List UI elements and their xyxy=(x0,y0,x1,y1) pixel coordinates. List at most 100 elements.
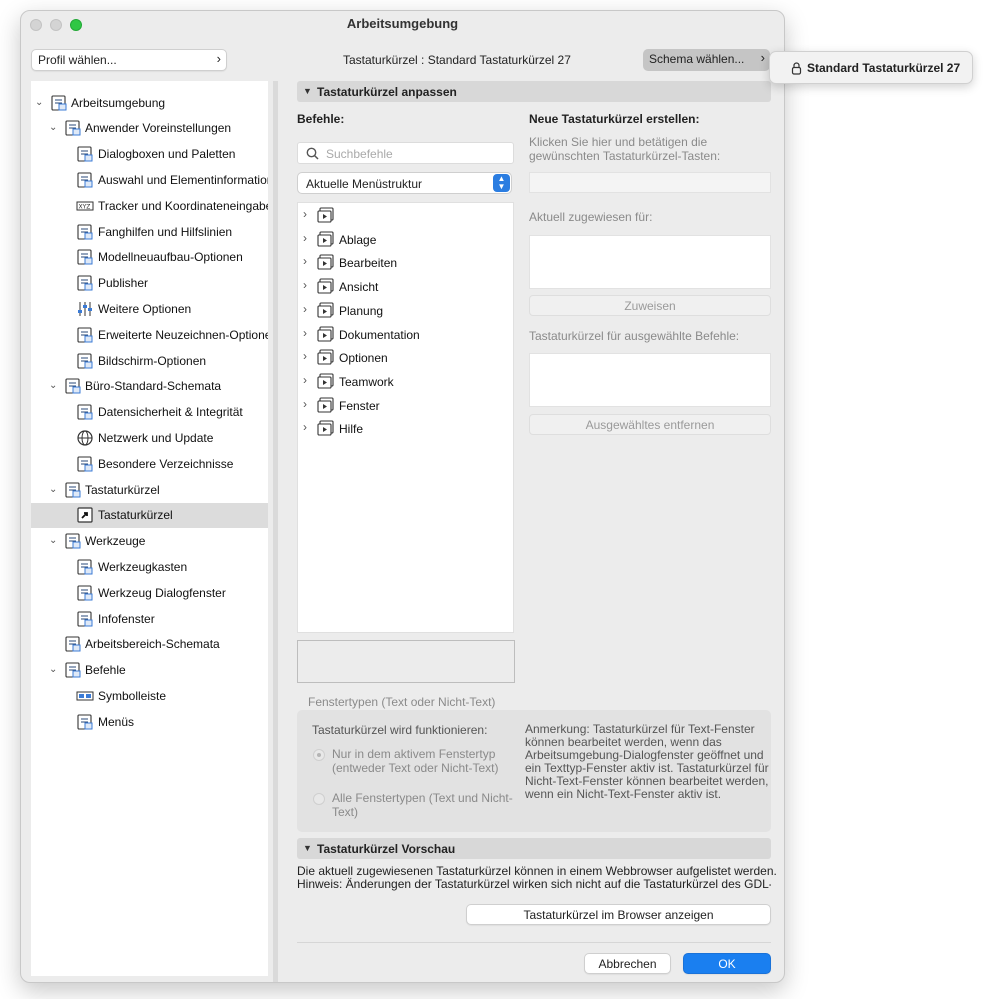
sidebar-item-label: Menüs xyxy=(98,714,135,729)
sidebar-item[interactable]: Erweiterte Neuzeichnen-Optionen xyxy=(31,323,268,348)
sliders-icon xyxy=(76,300,94,318)
info-box-icon xyxy=(76,610,94,628)
chevron-down-icon[interactable]: ⌄ xyxy=(49,122,57,133)
sidebar-item[interactable]: Infofenster xyxy=(31,607,268,632)
sidebar-item-label: Symbolleiste xyxy=(98,688,167,703)
sidebar-item-label: Besondere Verzeichnisse xyxy=(98,456,234,471)
customize-shortcuts-title: Tastaturkürzel anpassen xyxy=(317,85,457,99)
sidebar-item[interactable]: ⌄ Anwender Voreinstellungen xyxy=(31,116,268,141)
sidebar-item[interactable]: ⌄ Werkzeuge xyxy=(31,529,268,554)
sidebar-item-label: Datensicherheit & Integrität xyxy=(98,405,243,420)
remove-selected-button[interactable]: Ausgewähltes entfernen xyxy=(529,414,771,435)
sidebar-item[interactable]: Werkzeugkasten xyxy=(31,555,268,580)
ok-button[interactable]: OK xyxy=(683,953,771,974)
cancel-button[interactable]: Abbrechen xyxy=(584,953,671,974)
new-shortcut-hint: Klicken Sie hier und betätigen die gewün… xyxy=(529,135,721,163)
chevron-down-icon[interactable]: ⌄ xyxy=(49,484,57,495)
sidebar-item[interactable]: Dialogboxen und Paletten xyxy=(31,142,268,167)
sidebar-item[interactable]: Werkzeug Dialogfenster xyxy=(31,581,268,606)
sidebar-item[interactable]: Auswahl und Elementinformation xyxy=(31,168,268,193)
sidebar-item[interactable]: Tastaturkürzel xyxy=(31,503,268,529)
sidebar-item[interactable]: Weitere Optionen xyxy=(31,297,268,322)
selection-info-icon xyxy=(76,171,94,189)
user-prefs-icon xyxy=(64,119,82,137)
profile-select-button[interactable]: Profil wählen... › xyxy=(31,49,227,71)
chevron-right-icon[interactable]: › xyxy=(303,302,307,316)
shortcut-capture-field[interactable] xyxy=(529,172,771,193)
command-menu-row[interactable]: › Dokumentation xyxy=(298,323,515,347)
office-schemes-icon xyxy=(64,377,82,395)
search-icon xyxy=(306,147,319,160)
schema-select-button[interactable]: Schema wählen... › xyxy=(643,49,770,71)
command-menu-row[interactable]: › Hilfe xyxy=(298,417,515,441)
sidebar-item[interactable]: Datensicherheit & Integrität xyxy=(31,400,268,425)
chevron-down-icon[interactable]: ⌄ xyxy=(35,97,43,108)
command-description-box xyxy=(297,640,515,683)
sidebar-item[interactable]: ⌄ Arbeitsumgebung xyxy=(31,91,268,116)
radio-all-window-types-label[interactable]: Alle Fenstertypen (Text und Nicht-Text) xyxy=(332,791,522,819)
sidebar-item[interactable]: XYZ Tracker und Koordinateneingabe xyxy=(31,194,268,219)
menu-icon xyxy=(317,397,335,416)
sidebar-item-label: Publisher xyxy=(98,276,149,291)
chevron-right-icon[interactable]: › xyxy=(303,326,307,340)
split-view-divider[interactable] xyxy=(273,81,278,982)
command-menu-row[interactable]: › Teamwork xyxy=(298,370,515,394)
shortcut-preview-header[interactable]: ▼ Tastaturkürzel Vorschau xyxy=(297,838,771,859)
screen-options-icon xyxy=(76,352,94,370)
sidebar-item[interactable]: Arbeitsbereich-Schemata xyxy=(31,632,268,657)
chevron-down-icon[interactable]: ⌄ xyxy=(49,664,57,675)
sidebar-item[interactable]: Netzwerk und Update xyxy=(31,426,268,451)
disclosure-triangle-icon: ▼ xyxy=(303,843,312,853)
command-menu-row[interactable]: › Fenster xyxy=(298,394,515,418)
sidebar-item[interactable]: ⌄ Büro-Standard-Schemata xyxy=(31,374,268,399)
redraw-options-icon xyxy=(76,326,94,344)
command-menu-row[interactable]: › Ansicht xyxy=(298,275,515,299)
current-shortcut-scheme-label: Tastaturkürzel : Standard Tastaturkürzel… xyxy=(343,53,571,67)
window-types-note: Anmerkung: Tastaturkürzel für Text-Fenst… xyxy=(525,722,769,801)
sidebar-item-label: Befehle xyxy=(85,663,126,678)
tool-dialog-icon xyxy=(76,584,94,602)
keyboard-shortcuts-icon xyxy=(64,481,82,499)
command-menu-row[interactable]: › Optionen xyxy=(298,346,515,370)
chevron-right-icon[interactable]: › xyxy=(303,373,307,387)
assign-button[interactable]: Zuweisen xyxy=(529,295,771,316)
chevron-down-icon[interactable]: ⌄ xyxy=(49,380,57,391)
radio-all-window-types[interactable] xyxy=(313,793,325,805)
menu-structure-select[interactable]: Aktuelle Menüstruktur ▲ ▼ xyxy=(297,172,512,194)
sidebar-item[interactable]: ⌄ Tastaturkürzel xyxy=(31,478,268,503)
sidebar-item-label: Weitere Optionen xyxy=(98,301,192,316)
command-menu-row[interactable]: › Bearbeiten xyxy=(298,251,515,275)
command-menu-row[interactable]: › xyxy=(298,204,515,228)
chevron-right-icon[interactable]: › xyxy=(303,349,307,363)
title-bar[interactable]: Arbeitsumgebung xyxy=(21,11,784,39)
sidebar-item[interactable]: Modellneuaufbau-Optionen xyxy=(31,245,268,270)
schema-popup-item[interactable]: Standard Tastaturkürzel 27 xyxy=(807,61,960,75)
command-menu-label: Optionen xyxy=(339,351,388,366)
radio-active-window-type[interactable] xyxy=(313,749,325,761)
radio-active-window-type-label[interactable]: Nur in dem aktivem Fenstertyp (entweder … xyxy=(332,747,522,775)
sidebar-item[interactable]: Menüs xyxy=(31,710,268,735)
command-menu-row[interactable]: › Planung xyxy=(298,299,515,323)
sidebar-item[interactable]: Bildschirm-Optionen xyxy=(31,349,268,374)
chevron-right-icon: › xyxy=(216,51,221,66)
customize-shortcuts-header[interactable]: ▼ Tastaturkürzel anpassen xyxy=(297,81,771,102)
new-shortcut-title: Neue Tastaturkürzel erstellen: xyxy=(529,112,700,126)
schema-popup-menu[interactable]: Standard Tastaturkürzel 27 xyxy=(769,51,973,84)
sidebar-item[interactable]: Fanghilfen und Hilfslinien xyxy=(31,220,268,245)
chevron-right-icon[interactable]: › xyxy=(303,278,307,292)
sidebar-item[interactable]: Besondere Verzeichnisse xyxy=(31,452,268,477)
show-in-browser-button[interactable]: Tastaturkürzel im Browser anzeigen xyxy=(466,904,771,925)
sidebar-item[interactable]: Publisher xyxy=(31,271,268,296)
chevron-right-icon[interactable]: › xyxy=(303,254,307,268)
chevron-right-icon[interactable]: › xyxy=(303,397,307,411)
selected-shortcuts-label: Tastaturkürzel für ausgewählte Befehle: xyxy=(529,329,740,343)
sidebar-item[interactable]: Symbolleiste xyxy=(31,684,268,709)
sidebar-item-label: Werkzeuge xyxy=(85,534,146,549)
chevron-right-icon[interactable]: › xyxy=(303,207,307,221)
chevron-down-icon[interactable]: ⌄ xyxy=(49,535,57,546)
command-menu-row[interactable]: › Ablage xyxy=(298,228,515,252)
chevron-right-icon[interactable]: › xyxy=(303,420,307,434)
sidebar-item[interactable]: ⌄ Befehle xyxy=(31,658,268,683)
chevron-right-icon[interactable]: › xyxy=(303,231,307,245)
command-search-input[interactable]: Suchbefehle xyxy=(297,142,514,164)
